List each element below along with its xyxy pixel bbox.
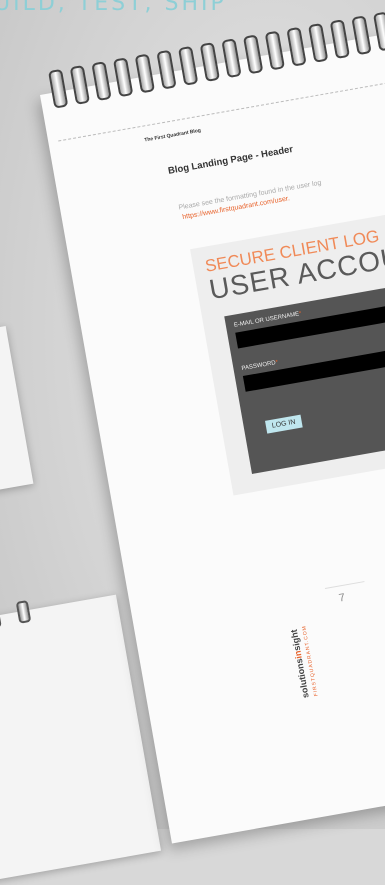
coil xyxy=(329,19,351,60)
headline: UILD, TEST, SHIP xyxy=(0,0,227,16)
coil xyxy=(112,57,134,98)
required-mark: * xyxy=(275,359,279,367)
solutions-insight-logo: solutionsinsight FIRSTQUADRANT.COM xyxy=(288,624,320,699)
coil xyxy=(351,15,372,56)
page-number: 7 xyxy=(337,591,347,605)
page-title: Blog Landing Page - Header xyxy=(167,143,294,177)
login-form: E-MAIL OR USERNAME* PASSWORD* LOG IN xyxy=(224,274,385,474)
login-card: SECURE CLIENT LOG USER ACCOU E-MAIL OR U… xyxy=(190,202,385,496)
coil xyxy=(372,11,385,52)
coil xyxy=(199,42,221,82)
coil xyxy=(264,30,286,71)
coil xyxy=(91,61,112,102)
blog-label: The First Quadrant Blog xyxy=(143,127,202,144)
coil xyxy=(47,68,69,109)
coil xyxy=(69,64,91,105)
coil xyxy=(307,22,329,63)
login-button: LOG IN xyxy=(265,414,303,434)
page-number-rule xyxy=(324,581,365,589)
coil xyxy=(242,34,264,75)
coil xyxy=(286,26,307,67)
coil xyxy=(177,45,199,86)
coil xyxy=(134,53,156,94)
coil xyxy=(156,49,177,90)
required-mark: * xyxy=(298,310,302,318)
coil xyxy=(221,38,242,79)
